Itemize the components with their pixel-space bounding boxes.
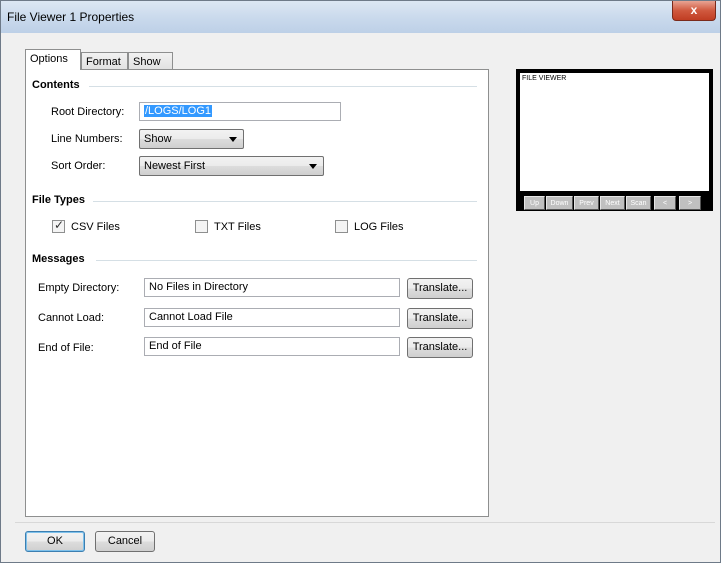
- preview-down-button: Down: [546, 196, 573, 210]
- preview-up-button: Up: [524, 196, 545, 210]
- contents-heading: Contents: [32, 79, 80, 91]
- preview-next-button: Next: [600, 196, 625, 210]
- tab-panel-options: Contents Root Directory: /LOGS/LOG1 Line…: [25, 69, 489, 517]
- messages-divider: [96, 260, 477, 261]
- empty-directory-value: No Files in Directory: [149, 281, 249, 293]
- tab-options[interactable]: Options: [25, 49, 81, 70]
- line-numbers-label: Line Numbers:: [51, 133, 123, 145]
- tab-show-label: Show: [133, 56, 161, 68]
- ok-button[interactable]: OK: [25, 531, 85, 552]
- txt-files-checkbox[interactable]: [195, 220, 208, 233]
- preview-up-label: Up: [530, 200, 539, 207]
- end-of-file-value: End of File: [149, 340, 202, 352]
- close-icon: x: [690, 3, 698, 17]
- translate-button-label: Translate...: [412, 341, 468, 353]
- tab-format-label: Format: [86, 56, 121, 68]
- preview-left-button: <: [654, 196, 676, 210]
- preview-screen: FILE VIEWER: [520, 73, 709, 191]
- file-viewer-preview: FILE VIEWER Up Down Prev Next Scan < >: [516, 69, 713, 211]
- cancel-button[interactable]: Cancel: [95, 531, 155, 552]
- tab-format[interactable]: Format: [81, 52, 128, 70]
- translate-cannot-load-button[interactable]: Translate...: [407, 308, 473, 329]
- close-button[interactable]: x: [672, 1, 716, 21]
- end-of-file-input[interactable]: End of File: [144, 337, 400, 356]
- empty-directory-label: Empty Directory:: [38, 282, 120, 294]
- translate-button-label: Translate...: [412, 312, 468, 324]
- root-directory-label: Root Directory:: [51, 106, 125, 118]
- cannot-load-label: Cannot Load:: [38, 312, 105, 324]
- preview-scan-button: Scan: [626, 196, 651, 210]
- csv-files-checkbox[interactable]: [52, 218, 65, 233]
- preview-prev-label: Prev: [579, 200, 594, 207]
- csv-files-label: CSV Files: [71, 221, 120, 233]
- tab-show[interactable]: Show: [128, 52, 173, 70]
- end-of-file-label: End of File:: [38, 342, 94, 354]
- chevron-down-icon: [229, 137, 237, 142]
- txt-files-label: TXT Files: [214, 221, 261, 233]
- cannot-load-input[interactable]: Cannot Load File: [144, 308, 400, 327]
- chevron-down-icon: [309, 164, 317, 169]
- preview-screen-title: FILE VIEWER: [522, 75, 567, 82]
- translate-end-of-file-button[interactable]: Translate...: [407, 337, 473, 358]
- preview-right-button: >: [679, 196, 701, 210]
- messages-heading: Messages: [32, 253, 85, 265]
- translate-button-label: Translate...: [412, 282, 468, 294]
- preview-left-label: <: [662, 200, 668, 207]
- root-directory-input[interactable]: /LOGS/LOG1: [139, 102, 341, 121]
- title-bar[interactable]: File Viewer 1 Properties x: [1, 1, 720, 33]
- line-numbers-dropdown[interactable]: Show: [139, 129, 244, 149]
- window-title: File Viewer 1 Properties: [7, 10, 135, 24]
- log-files-label: LOG Files: [354, 221, 404, 233]
- tab-options-label: Options: [30, 53, 68, 65]
- log-files-checkbox[interactable]: [335, 220, 348, 233]
- preview-prev-button: Prev: [574, 196, 599, 210]
- preview-down-label: Down: [550, 200, 569, 207]
- sort-order-dropdown[interactable]: Newest First: [139, 156, 324, 176]
- file-types-heading: File Types: [32, 194, 85, 206]
- file-types-divider: [93, 201, 477, 202]
- line-numbers-value: Show: [144, 133, 172, 145]
- empty-directory-input[interactable]: No Files in Directory: [144, 278, 400, 297]
- sort-order-value: Newest First: [144, 160, 206, 172]
- properties-dialog: File Viewer 1 Properties x Options Forma…: [0, 0, 721, 563]
- preview-next-label: Next: [605, 200, 620, 207]
- cannot-load-value: Cannot Load File: [149, 311, 233, 323]
- preview-right-label: >: [687, 200, 693, 207]
- root-directory-value: /LOGS/LOG1: [144, 105, 213, 117]
- cancel-button-label: Cancel: [107, 535, 143, 547]
- ok-button-label: OK: [47, 535, 63, 547]
- preview-scan-label: Scan: [630, 200, 647, 207]
- contents-divider: [89, 86, 477, 87]
- sort-order-label: Sort Order:: [51, 160, 106, 172]
- translate-empty-directory-button[interactable]: Translate...: [407, 278, 473, 299]
- footer-divider: [15, 522, 715, 523]
